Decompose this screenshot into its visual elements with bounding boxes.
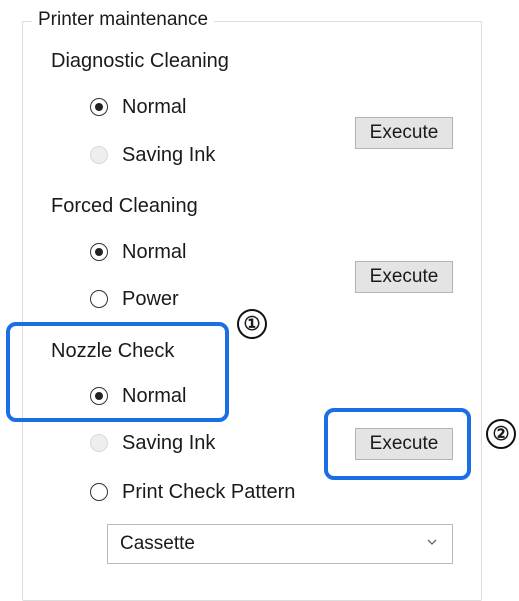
chevron-down-icon <box>427 539 437 545</box>
tray-select[interactable]: Cassette <box>107 524 453 564</box>
radio-checked-indicator <box>90 98 108 116</box>
radio-label: Normal <box>122 96 187 118</box>
forced-cleaning-title: Forced Cleaning <box>51 195 198 217</box>
nozzle-print-check-pattern-radio[interactable]: Print Check Pattern <box>90 480 295 504</box>
callout-1: ① <box>237 309 267 339</box>
tray-select-value: Cassette <box>120 533 195 554</box>
radio-label: Normal <box>122 241 187 263</box>
group-title: Printer maintenance <box>32 8 215 32</box>
nozzle-saving-ink-radio: Saving Ink <box>90 431 215 455</box>
radio-indicator <box>90 146 108 164</box>
radio-label: Saving Ink <box>122 144 216 166</box>
radio-label: Print Check Pattern <box>122 481 296 503</box>
radio-checked-indicator <box>90 243 108 261</box>
diagnostic-execute-button[interactable]: Execute <box>355 117 453 149</box>
radio-label: Saving Ink <box>122 432 216 454</box>
nozzle-check-highlight <box>6 322 229 422</box>
forced-power-radio[interactable]: Power <box>90 287 179 311</box>
radio-indicator <box>90 290 108 308</box>
diagnostic-cleaning-title: Diagnostic Cleaning <box>51 50 229 72</box>
callout-2: ② <box>486 419 516 449</box>
diagnostic-normal-radio[interactable]: Normal <box>90 95 186 119</box>
radio-indicator <box>90 434 108 452</box>
radio-label: Power <box>122 288 179 310</box>
execute-button-highlight <box>324 408 471 480</box>
forced-normal-radio[interactable]: Normal <box>90 240 186 264</box>
forced-execute-button[interactable]: Execute <box>355 261 453 293</box>
diagnostic-saving-ink-radio: Saving Ink <box>90 143 215 167</box>
radio-indicator <box>90 483 108 501</box>
